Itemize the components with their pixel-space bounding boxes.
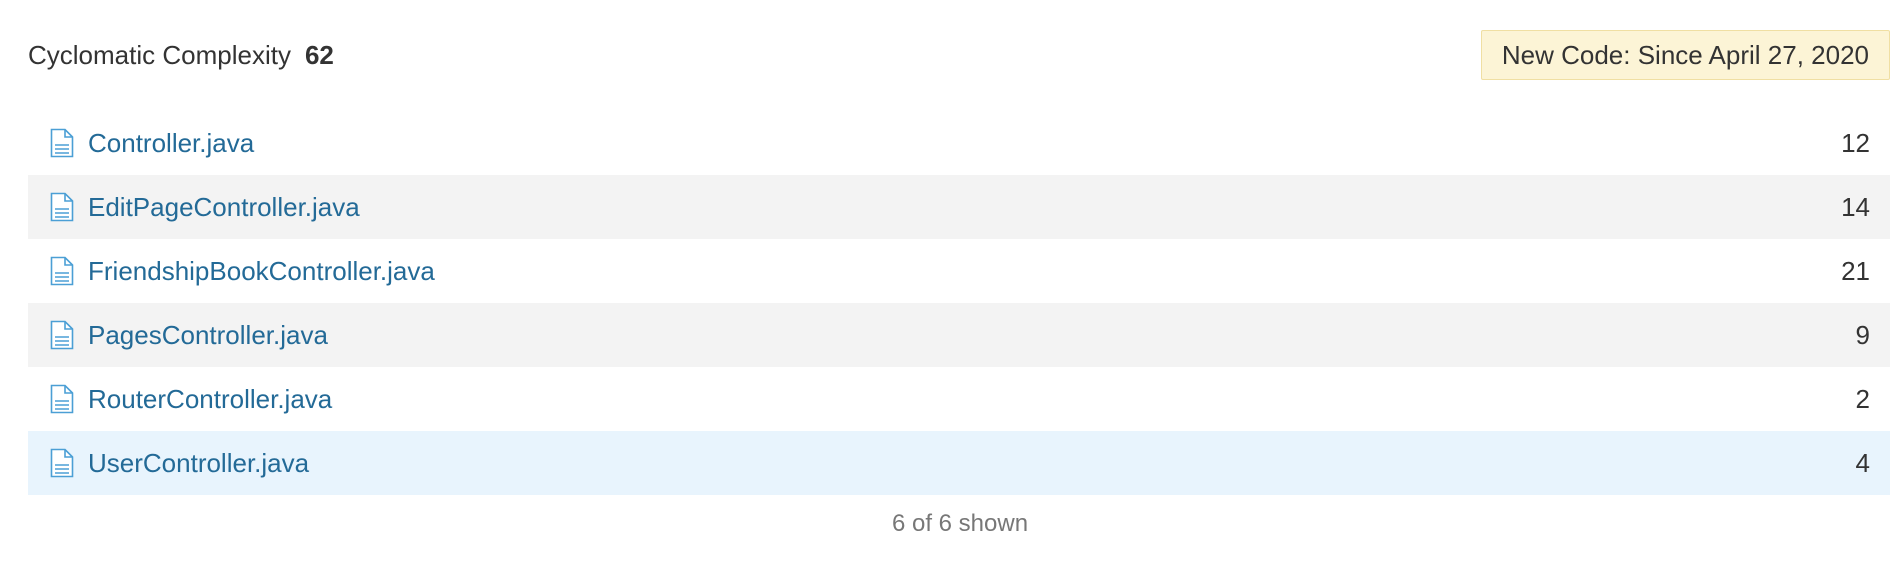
file-icon [50,448,74,478]
new-code-badge: New Code: Since April 27, 2020 [1480,30,1890,80]
file-name-link[interactable]: UserController.java [88,448,309,479]
metric-name: Cyclomatic Complexity [28,40,291,70]
metric-title: Cyclomatic Complexity 62 [28,38,334,72]
file-name-link[interactable]: FriendshipBookController.java [88,256,435,287]
file-icon [50,320,74,350]
file-name-link[interactable]: PagesController.java [88,320,328,351]
file-name-link[interactable]: Controller.java [88,128,254,159]
file-name-link[interactable]: EditPageController.java [88,192,360,223]
shown-count: 6 of 6 shown [891,510,1029,537]
file-row[interactable]: EditPageController.java 14 [28,175,1890,239]
file-name-link[interactable]: RouterController.java [88,384,332,415]
file-row[interactable]: Controller.java 12 [28,111,1890,175]
file-icon [50,384,74,414]
metric-value: 62 [304,40,334,70]
file-row[interactable]: PagesController.java 9 [28,303,1890,367]
file-icon [50,192,74,222]
file-complexity-value: 9 [1855,319,1870,350]
file-list: Controller.java 12 EditPageController.ja… [28,111,1890,495]
measure-header: Cyclomatic Complexity 62 New Code: Since … [0,0,1898,108]
file-row[interactable]: RouterController.java 2 [28,367,1890,431]
file-row[interactable]: FriendshipBookController.java 21 [28,239,1890,303]
file-row-selected[interactable]: UserController.java 4 [28,431,1890,495]
file-icon [50,128,74,158]
file-icon [50,256,74,286]
measures-page: Cyclomatic Complexity 62 New Code: Since … [0,0,1898,562]
file-complexity-value: 14 [1841,191,1870,222]
file-complexity-value: 21 [1841,255,1870,286]
file-complexity-value: 4 [1855,447,1870,478]
file-complexity-value: 12 [1841,127,1870,158]
file-complexity-value: 2 [1855,383,1870,414]
